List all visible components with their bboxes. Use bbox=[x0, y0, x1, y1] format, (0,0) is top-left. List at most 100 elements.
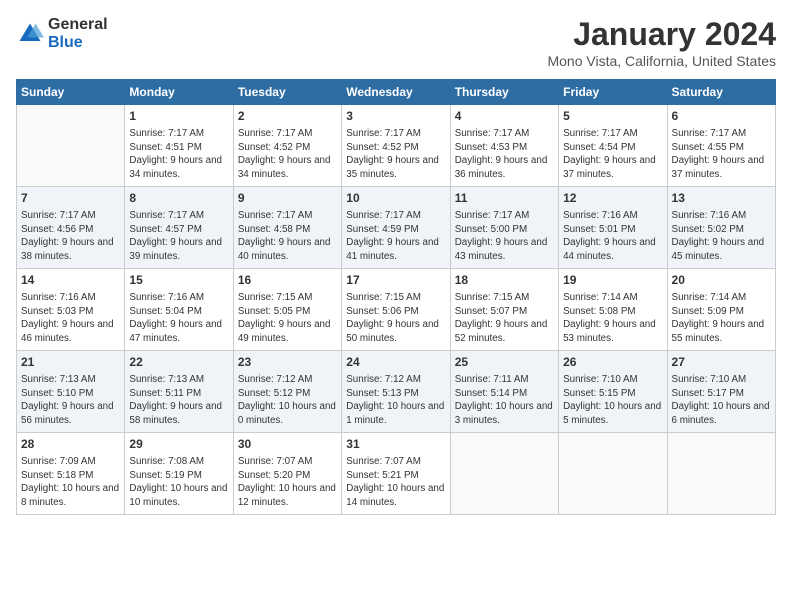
day-number: 29 bbox=[129, 436, 228, 453]
week-row-5: 28 Sunrise: 7:09 AM Sunset: 5:18 PM Dayli… bbox=[17, 433, 776, 515]
day-info: Sunrise: 7:09 AM Sunset: 5:18 PM Dayligh… bbox=[21, 455, 120, 510]
day-number: 3 bbox=[346, 108, 445, 125]
day-info: Sunrise: 7:08 AM Sunset: 5:19 PM Dayligh… bbox=[129, 455, 228, 510]
day-info: Sunrise: 7:16 AM Sunset: 5:02 PM Dayligh… bbox=[672, 209, 771, 264]
day-number: 16 bbox=[238, 272, 337, 289]
day-number: 5 bbox=[563, 108, 662, 125]
day-info: Sunrise: 7:13 AM Sunset: 5:10 PM Dayligh… bbox=[21, 373, 120, 428]
calendar-cell: 17 Sunrise: 7:15 AM Sunset: 5:06 PM Dayli… bbox=[342, 269, 450, 351]
day-number: 12 bbox=[563, 190, 662, 207]
day-number: 21 bbox=[21, 354, 120, 371]
week-row-2: 7 Sunrise: 7:17 AM Sunset: 4:56 PM Daylig… bbox=[17, 187, 776, 269]
day-number: 28 bbox=[21, 436, 120, 453]
day-number: 9 bbox=[238, 190, 337, 207]
month-title: January 2024 bbox=[547, 16, 776, 53]
day-number: 15 bbox=[129, 272, 228, 289]
day-number: 8 bbox=[129, 190, 228, 207]
day-info: Sunrise: 7:07 AM Sunset: 5:21 PM Dayligh… bbox=[346, 455, 445, 510]
day-number: 27 bbox=[672, 354, 771, 371]
calendar-cell: 5 Sunrise: 7:17 AM Sunset: 4:54 PM Daylig… bbox=[559, 105, 667, 187]
day-number: 7 bbox=[21, 190, 120, 207]
day-info: Sunrise: 7:13 AM Sunset: 5:11 PM Dayligh… bbox=[129, 373, 228, 428]
calendar-cell: 28 Sunrise: 7:09 AM Sunset: 5:18 PM Dayli… bbox=[17, 433, 125, 515]
calendar-cell: 3 Sunrise: 7:17 AM Sunset: 4:52 PM Daylig… bbox=[342, 105, 450, 187]
calendar-cell: 4Sunrise: 7:17 AM Sunset: 4:53 PM Daylig… bbox=[450, 105, 558, 187]
day-number: 10 bbox=[346, 190, 445, 207]
weekday-header-friday: Friday bbox=[559, 80, 667, 105]
week-row-1: 1 Sunrise: 7:17 AM Sunset: 4:51 PM Daylig… bbox=[17, 105, 776, 187]
calendar-cell: 22 Sunrise: 7:13 AM Sunset: 5:11 PM Dayli… bbox=[125, 351, 233, 433]
calendar-cell: 25 Sunrise: 7:11 AM Sunset: 5:14 PM Dayli… bbox=[450, 351, 558, 433]
weekday-header-sunday: Sunday bbox=[17, 80, 125, 105]
calendar-cell: 27 Sunrise: 7:10 AM Sunset: 5:17 PM Dayli… bbox=[667, 351, 775, 433]
day-number: 6 bbox=[672, 108, 771, 125]
calendar-cell: 30 Sunrise: 7:07 AM Sunset: 5:20 PM Dayli… bbox=[233, 433, 341, 515]
day-info: Sunrise: 7:16 AM Sunset: 5:01 PM Dayligh… bbox=[563, 209, 662, 264]
day-number: 17 bbox=[346, 272, 445, 289]
day-info: Sunrise: 7:17 AM Sunset: 4:52 PM Dayligh… bbox=[346, 127, 445, 182]
week-row-3: 14Sunrise: 7:16 AM Sunset: 5:03 PM Dayli… bbox=[17, 269, 776, 351]
weekday-header-monday: Monday bbox=[125, 80, 233, 105]
calendar-cell: 6 Sunrise: 7:17 AM Sunset: 4:55 PM Daylig… bbox=[667, 105, 775, 187]
calendar-cell: 8 Sunrise: 7:17 AM Sunset: 4:57 PM Daylig… bbox=[125, 187, 233, 269]
calendar-cell: 18 Sunrise: 7:15 AM Sunset: 5:07 PM Dayli… bbox=[450, 269, 558, 351]
day-number: 2 bbox=[238, 108, 337, 125]
calendar-cell: 11 Sunrise: 7:17 AM Sunset: 5:00 PM Dayli… bbox=[450, 187, 558, 269]
day-info: Sunrise: 7:17 AM Sunset: 4:53 PM Dayligh… bbox=[455, 127, 554, 182]
day-info: Sunrise: 7:12 AM Sunset: 5:12 PM Dayligh… bbox=[238, 373, 337, 428]
day-number: 14 bbox=[21, 272, 120, 289]
day-number: 30 bbox=[238, 436, 337, 453]
calendar-cell: 13Sunrise: 7:16 AM Sunset: 5:02 PM Dayli… bbox=[667, 187, 775, 269]
title-block: January 2024 Mono Vista, California, Uni… bbox=[547, 16, 776, 69]
calendar-cell: 26Sunrise: 7:10 AM Sunset: 5:15 PM Dayli… bbox=[559, 351, 667, 433]
logo-blue-text: Blue bbox=[48, 34, 83, 51]
day-info: Sunrise: 7:11 AM Sunset: 5:14 PM Dayligh… bbox=[455, 373, 554, 428]
day-info: Sunrise: 7:17 AM Sunset: 4:54 PM Dayligh… bbox=[563, 127, 662, 182]
day-info: Sunrise: 7:17 AM Sunset: 4:59 PM Dayligh… bbox=[346, 209, 445, 264]
day-number: 22 bbox=[129, 354, 228, 371]
logo: General Blue bbox=[16, 16, 108, 51]
calendar-cell: 21 Sunrise: 7:13 AM Sunset: 5:10 PM Dayli… bbox=[17, 351, 125, 433]
day-info: Sunrise: 7:10 AM Sunset: 5:17 PM Dayligh… bbox=[672, 373, 771, 428]
calendar-cell: 15 Sunrise: 7:16 AM Sunset: 5:04 PM Dayli… bbox=[125, 269, 233, 351]
calendar-cell: 1 Sunrise: 7:17 AM Sunset: 4:51 PM Daylig… bbox=[125, 105, 233, 187]
day-number: 18 bbox=[455, 272, 554, 289]
day-info: Sunrise: 7:17 AM Sunset: 4:55 PM Dayligh… bbox=[672, 127, 771, 182]
day-info: Sunrise: 7:15 AM Sunset: 5:06 PM Dayligh… bbox=[346, 291, 445, 346]
day-number: 1 bbox=[129, 108, 228, 125]
day-info: Sunrise: 7:16 AM Sunset: 5:04 PM Dayligh… bbox=[129, 291, 228, 346]
calendar-cell: 24Sunrise: 7:12 AM Sunset: 5:13 PM Dayli… bbox=[342, 351, 450, 433]
calendar-cell: 23 Sunrise: 7:12 AM Sunset: 5:12 PM Dayli… bbox=[233, 351, 341, 433]
day-info: Sunrise: 7:17 AM Sunset: 4:56 PM Dayligh… bbox=[21, 209, 120, 264]
day-info: Sunrise: 7:17 AM Sunset: 4:58 PM Dayligh… bbox=[238, 209, 337, 264]
day-number: 19 bbox=[563, 272, 662, 289]
weekday-header-saturday: Saturday bbox=[667, 80, 775, 105]
day-number: 24 bbox=[346, 354, 445, 371]
day-number: 23 bbox=[238, 354, 337, 371]
weekday-header-wednesday: Wednesday bbox=[342, 80, 450, 105]
day-info: Sunrise: 7:15 AM Sunset: 5:07 PM Dayligh… bbox=[455, 291, 554, 346]
page: General Blue January 2024 Mono Vista, Ca… bbox=[0, 0, 792, 612]
header: General Blue January 2024 Mono Vista, Ca… bbox=[16, 16, 776, 69]
calendar-cell: 16 Sunrise: 7:15 AM Sunset: 5:05 PM Dayli… bbox=[233, 269, 341, 351]
day-info: Sunrise: 7:07 AM Sunset: 5:20 PM Dayligh… bbox=[238, 455, 337, 510]
day-number: 31 bbox=[346, 436, 445, 453]
day-number: 25 bbox=[455, 354, 554, 371]
calendar-cell: 9 Sunrise: 7:17 AM Sunset: 4:58 PM Daylig… bbox=[233, 187, 341, 269]
day-info: Sunrise: 7:10 AM Sunset: 5:15 PM Dayligh… bbox=[563, 373, 662, 428]
calendar-cell: 7 Sunrise: 7:17 AM Sunset: 4:56 PM Daylig… bbox=[17, 187, 125, 269]
day-info: Sunrise: 7:17 AM Sunset: 4:51 PM Dayligh… bbox=[129, 127, 228, 182]
weekday-header-tuesday: Tuesday bbox=[233, 80, 341, 105]
calendar-cell: 10 Sunrise: 7:17 AM Sunset: 4:59 PM Dayli… bbox=[342, 187, 450, 269]
day-number: 11 bbox=[455, 190, 554, 207]
day-info: Sunrise: 7:17 AM Sunset: 4:57 PM Dayligh… bbox=[129, 209, 228, 264]
day-info: Sunrise: 7:14 AM Sunset: 5:08 PM Dayligh… bbox=[563, 291, 662, 346]
calendar-cell: 20Sunrise: 7:14 AM Sunset: 5:09 PM Dayli… bbox=[667, 269, 775, 351]
weekday-header-row: SundayMondayTuesdayWednesdayThursdayFrid… bbox=[17, 80, 776, 105]
day-info: Sunrise: 7:17 AM Sunset: 5:00 PM Dayligh… bbox=[455, 209, 554, 264]
calendar-cell: 14Sunrise: 7:16 AM Sunset: 5:03 PM Dayli… bbox=[17, 269, 125, 351]
location: Mono Vista, California, United States bbox=[547, 53, 776, 69]
day-info: Sunrise: 7:15 AM Sunset: 5:05 PM Dayligh… bbox=[238, 291, 337, 346]
calendar-cell bbox=[559, 433, 667, 515]
calendar-cell: 29 Sunrise: 7:08 AM Sunset: 5:19 PM Dayli… bbox=[125, 433, 233, 515]
